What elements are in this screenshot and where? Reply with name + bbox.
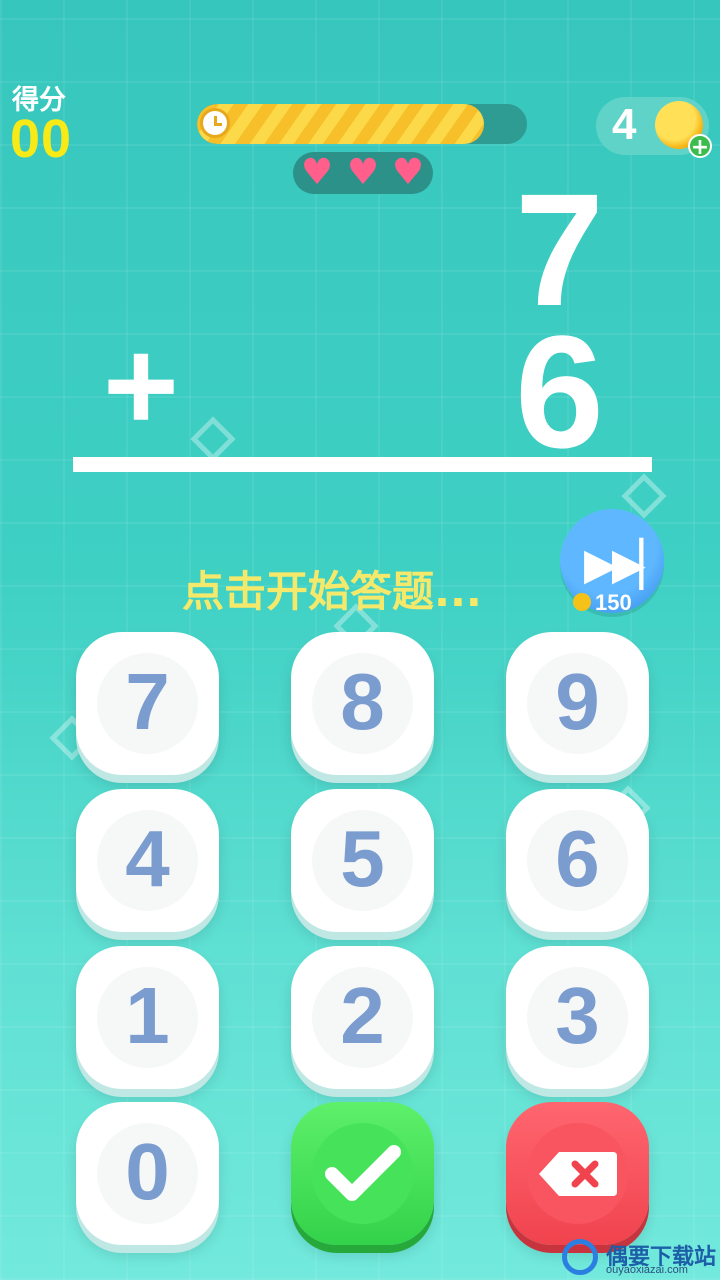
key-label: 5 [340,814,385,903]
bottom-operand: 6 [515,302,604,481]
key-label: 4 [125,814,170,903]
key-9[interactable]: 9 [506,632,649,775]
key-label: 6 [555,814,600,903]
key-2[interactable]: 2 [291,946,434,1089]
clock-icon [200,108,230,138]
key-3[interactable]: 3 [506,946,649,1089]
fast-forward-icon: ▶▶▏ [584,539,673,590]
confirm-button[interactable] [291,1102,434,1245]
start-hint: 点击开始答题... [182,567,482,616]
lives-display: ♥ ♥ ♥ [293,152,433,194]
timer-fill [197,104,485,144]
site-logo-icon [562,1239,598,1275]
key-6[interactable]: 6 [506,789,649,932]
key-label: 8 [340,657,385,746]
key-label: 0 [125,1127,170,1216]
score-value: 00 [10,109,73,169]
watermark-url: ouyaoxiazai.com [606,1264,688,1276]
key-label: 2 [340,971,385,1060]
answer-line [73,457,652,472]
key-label: 1 [125,971,170,1060]
key-label: 3 [555,971,600,1060]
heart-icon: ♥ [300,152,334,193]
timer-bar [197,104,527,144]
delete-button[interactable] [506,1102,649,1245]
key-7[interactable]: 7 [76,632,219,775]
coin-count: 4 [612,100,637,149]
backspace-icon [539,1152,617,1196]
operator-sign: + [103,312,179,458]
key-label: 9 [555,657,600,746]
key-4[interactable]: 4 [76,789,219,932]
heart-icon: ♥ [346,152,380,193]
heart-icon: ♥ [391,152,425,193]
key-5[interactable]: 5 [291,789,434,932]
coin-icon [573,593,591,611]
skip-cost: 150 [595,590,632,615]
check-icon [325,1145,401,1201]
key-1[interactable]: 1 [76,946,219,1089]
key-0[interactable]: 0 [76,1102,219,1245]
key-label: 7 [125,657,170,746]
key-8[interactable]: 8 [291,632,434,775]
add-coins-button[interactable]: + [688,134,712,159]
